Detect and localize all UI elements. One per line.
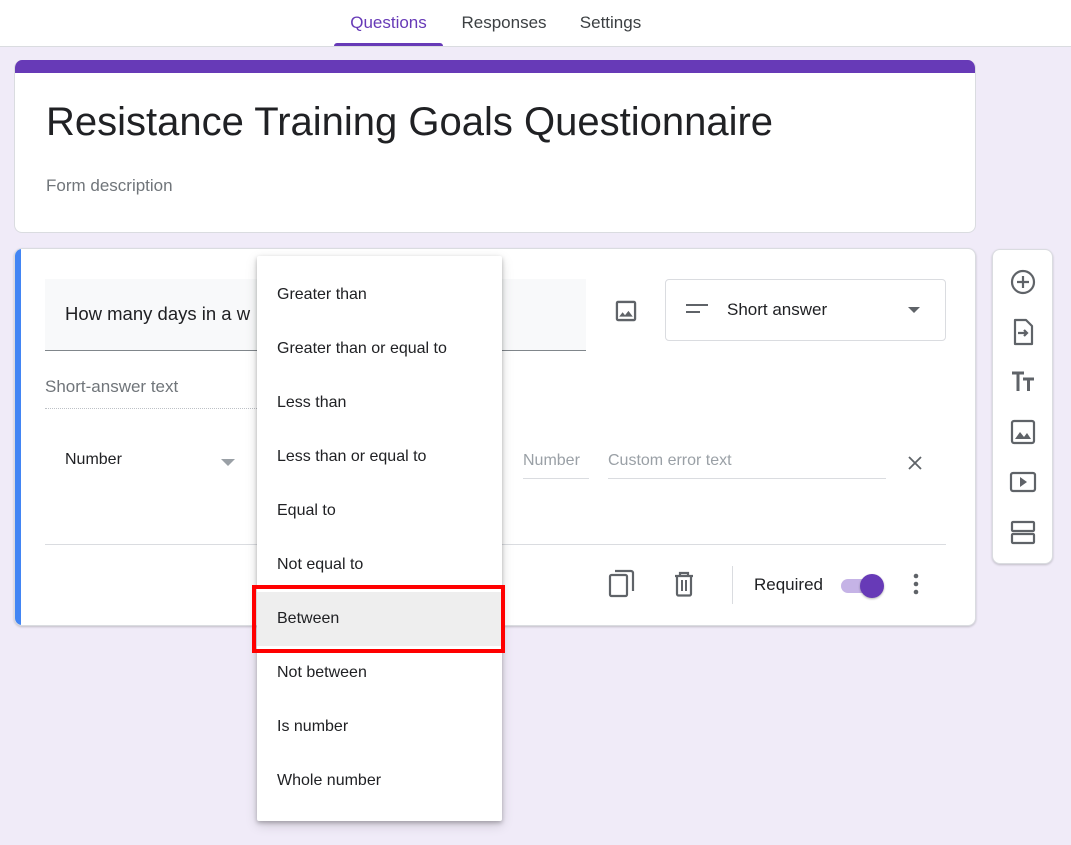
top-tab-bar: Questions Responses Settings <box>0 0 1071 47</box>
menu-item-is-number[interactable]: Is number <box>257 700 502 754</box>
question-title-text: How many days in a w <box>65 303 251 324</box>
form-title-card: Resistance Training Goals Questionnaire … <box>14 60 976 233</box>
form-description-field[interactable]: Form description <box>46 176 173 196</box>
menu-item-less-than[interactable]: Less than <box>257 376 502 430</box>
tab-questions[interactable]: Questions <box>334 0 443 46</box>
accent-stripe <box>15 60 975 73</box>
validation-menu: Greater than Greater than or equal to Le… <box>257 256 502 821</box>
validation-type-label: Number <box>65 451 122 468</box>
toolbar-separator <box>732 566 733 604</box>
validation-type-select[interactable]: Number <box>45 439 240 483</box>
menu-item-equal-to[interactable]: Equal to <box>257 484 502 538</box>
menu-item-greater-than-or-equal[interactable]: Greater than or equal to <box>257 322 502 376</box>
question-type-select[interactable]: Short answer <box>665 279 946 341</box>
required-label: Required <box>754 575 823 594</box>
custom-error-input[interactable]: Custom error text <box>608 449 886 479</box>
add-section-icon[interactable] <box>1006 515 1040 549</box>
add-video-icon[interactable] <box>1006 465 1040 499</box>
active-card-indicator <box>15 249 21 625</box>
side-toolbar <box>992 249 1053 564</box>
menu-item-whole-number[interactable]: Whole number <box>257 754 502 808</box>
tab-responses[interactable]: Responses <box>452 0 556 46</box>
chevron-down-icon <box>908 307 920 313</box>
add-image-icon[interactable] <box>609 294 643 328</box>
add-title-icon[interactable] <box>1006 365 1040 399</box>
close-icon[interactable] <box>903 451 927 475</box>
menu-item-less-than-or-equal[interactable]: Less than or equal to <box>257 430 502 484</box>
more-vert-icon[interactable] <box>904 569 928 599</box>
question-type-label: Short answer <box>727 300 828 319</box>
menu-item-greater-than[interactable]: Greater than <box>257 268 502 322</box>
import-questions-icon[interactable] <box>1006 315 1040 349</box>
add-question-icon[interactable] <box>1006 265 1040 299</box>
validation-number-input[interactable]: Number <box>523 449 589 479</box>
menu-item-not-between[interactable]: Not between <box>257 646 502 700</box>
highlight-box <box>252 585 505 653</box>
tab-settings[interactable]: Settings <box>566 0 655 46</box>
add-image-icon[interactable] <box>1006 415 1040 449</box>
required-toggle[interactable] <box>839 574 887 598</box>
chevron-down-icon <box>221 459 235 466</box>
short-answer-placeholder: Short-answer text <box>45 377 275 409</box>
menu-item-not-equal-to[interactable]: Not equal to <box>257 538 502 592</box>
delete-icon[interactable] <box>667 567 701 601</box>
duplicate-icon[interactable] <box>605 567 639 601</box>
short-answer-icon <box>686 302 710 321</box>
form-title[interactable]: Resistance Training Goals Questionnaire <box>46 100 773 145</box>
toggle-thumb <box>860 574 884 598</box>
